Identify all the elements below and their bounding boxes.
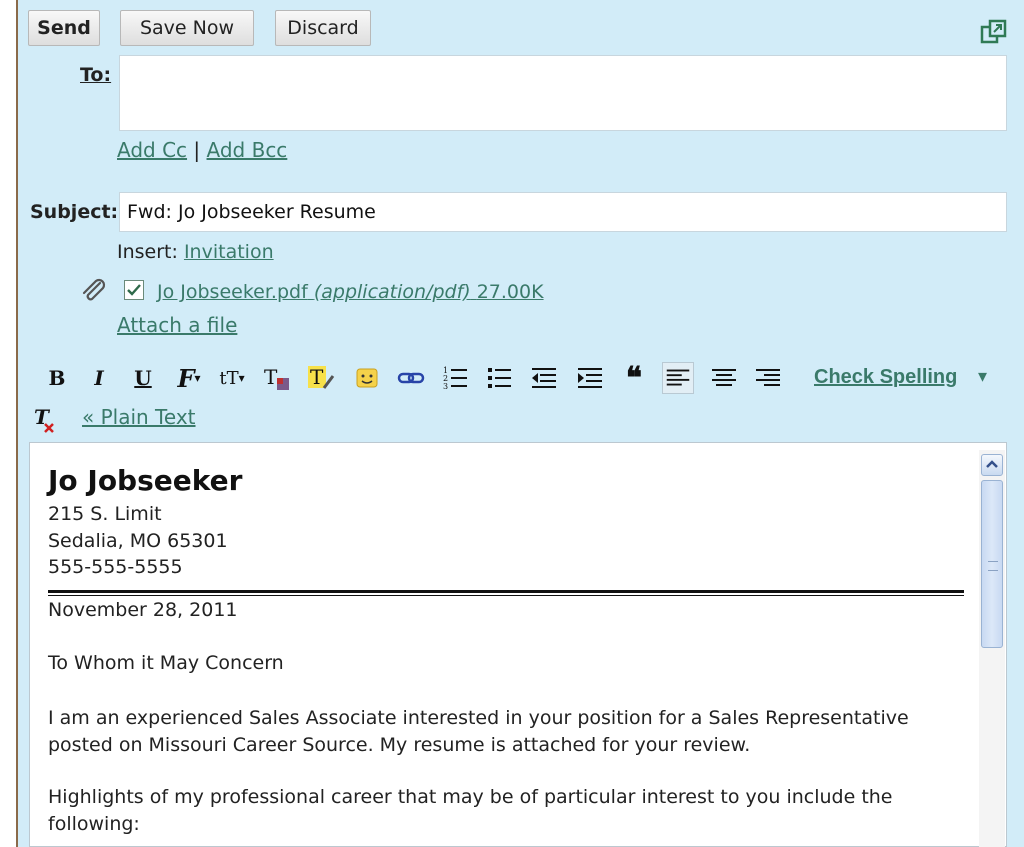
send-button[interactable]: Send — [28, 10, 100, 46]
bulleted-list-icon[interactable] — [486, 362, 514, 394]
attachment-filename: Jo Jobseeker.pdf — [157, 281, 308, 303]
plain-text-link[interactable]: « Plain Text — [82, 405, 196, 429]
to-label[interactable]: To: — [80, 64, 111, 86]
check-spelling-link[interactable]: Check Spelling — [814, 366, 957, 389]
chevron-up-icon — [986, 460, 998, 468]
font-icon[interactable]: F ▾ — [172, 362, 206, 394]
attachment-checkbox[interactable] — [124, 280, 144, 300]
blockquote-icon[interactable]: ❝ — [620, 361, 648, 396]
align-right-icon[interactable] — [754, 362, 782, 394]
paragraph-line: posted on Missouri Career Source. My res… — [48, 733, 751, 756]
paragraph-line: I am an experienced Sales Associate inte… — [48, 707, 909, 729]
cc-separator: | — [193, 138, 201, 162]
format-toolbar: B I U F ▾ tT ▾ T T 123 ❝ — [40, 361, 800, 396]
subject-label: Subject: — [30, 201, 119, 223]
remove-formatting-icon[interactable]: T — [32, 404, 58, 434]
letter-date: November 28, 2011 — [48, 599, 238, 621]
invitation-link[interactable]: Invitation — [184, 241, 274, 263]
font-size-icon[interactable]: tT ▾ — [214, 362, 250, 394]
sender-name: Jo Jobseeker — [48, 464, 243, 497]
add-bcc-link[interactable]: Add Bcc — [207, 138, 288, 162]
letter-paragraph-1: I am an experienced Sales Associate inte… — [48, 705, 909, 758]
highlight-icon[interactable]: T — [306, 362, 336, 394]
check-spelling-dropdown-icon[interactable]: ▾ — [978, 366, 987, 387]
underline-icon[interactable]: U — [130, 362, 156, 394]
svg-text:T: T — [264, 365, 278, 389]
checkmark-icon — [127, 284, 141, 296]
letter-greeting: To Whom it May Concern — [48, 652, 284, 674]
sender-phone: 555-555-5555 — [48, 556, 183, 578]
attachment-size: 27.00K — [476, 281, 544, 303]
header-rule — [48, 590, 964, 596]
numbered-list-icon[interactable]: 123 — [442, 362, 470, 394]
emoticon-icon[interactable] — [354, 362, 380, 394]
editor-scrollbar[interactable] — [979, 450, 1005, 847]
subject-field[interactable]: Fwd: Jo Jobseeker Resume — [119, 192, 1007, 232]
italic-icon[interactable]: I — [86, 362, 112, 394]
save-now-button[interactable]: Save Now — [120, 10, 254, 46]
attach-file-link[interactable]: Attach a file — [117, 313, 237, 337]
paragraph-line: Highlights of my professional career tha… — [48, 786, 893, 808]
paperclip-icon — [82, 278, 106, 301]
insert-label: Insert: — [117, 241, 178, 263]
attachment-mime: (application/pdf) — [313, 281, 471, 303]
link-icon[interactable] — [396, 362, 426, 394]
text-color-icon[interactable]: T — [262, 362, 292, 394]
indent-less-icon[interactable] — [530, 362, 558, 394]
scroll-thumb[interactable] — [981, 480, 1003, 648]
cc-bcc-row: Add Cc | Add Bcc — [117, 138, 287, 162]
scroll-up-button[interactable] — [981, 454, 1003, 476]
paragraph-line: following: — [48, 812, 140, 835]
discard-button[interactable]: Discard — [275, 10, 371, 46]
svg-text:3: 3 — [443, 382, 448, 391]
indent-more-icon[interactable] — [576, 362, 604, 394]
attachment-link[interactable]: Jo Jobseeker.pdf (application/pdf) 27.00… — [157, 281, 544, 303]
svg-text:T: T — [310, 365, 324, 389]
bold-icon[interactable]: B — [44, 362, 70, 394]
align-left-icon[interactable] — [662, 362, 694, 394]
left-border — [0, 0, 18, 847]
sender-city: Sedalia, MO 65301 — [48, 529, 228, 552]
scroll-grip — [988, 561, 998, 571]
add-cc-link[interactable]: Add Cc — [117, 138, 187, 162]
letter-paragraph-2: Highlights of my professional career tha… — [48, 784, 893, 837]
popout-icon[interactable] — [980, 18, 1008, 46]
message-body: Jo Jobseeker 215 S. Limit Sedalia, MO 65… — [48, 464, 968, 835]
svg-text:T: T — [34, 405, 51, 429]
to-field[interactable] — [119, 55, 1007, 131]
sender-street: 215 S. Limit — [48, 503, 162, 525]
compose-window: Send Save Now Discard To: Add Cc | Add B… — [0, 0, 1024, 847]
align-center-icon[interactable] — [710, 362, 738, 394]
insert-row: Insert: Invitation — [117, 241, 274, 263]
